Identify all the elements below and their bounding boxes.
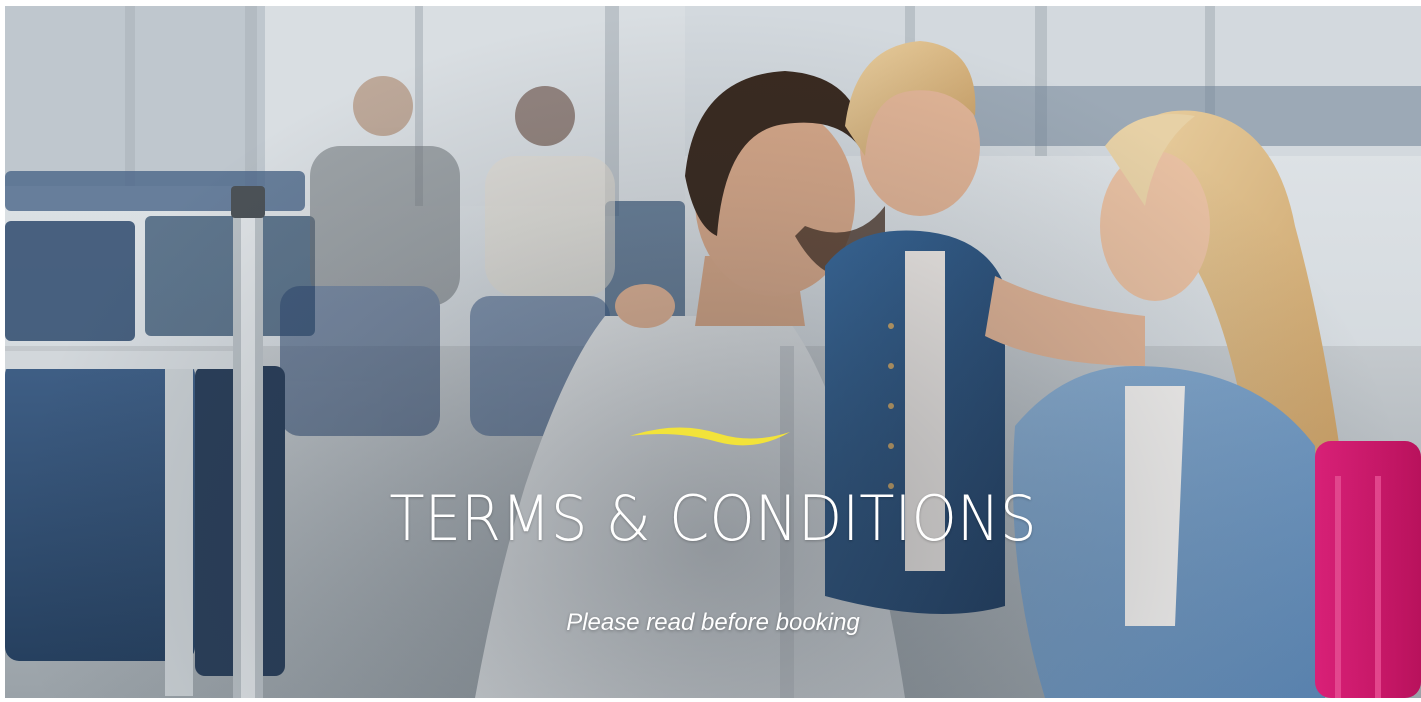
hero-background-photo (5, 6, 1421, 698)
page-title: TERMS & CONDITIONS (389, 482, 1037, 555)
swoosh-icon (630, 427, 790, 446)
hero-banner: TERMS & CONDITIONS Please read before bo… (5, 6, 1421, 698)
page-subtitle: Please read before booking (566, 609, 860, 636)
